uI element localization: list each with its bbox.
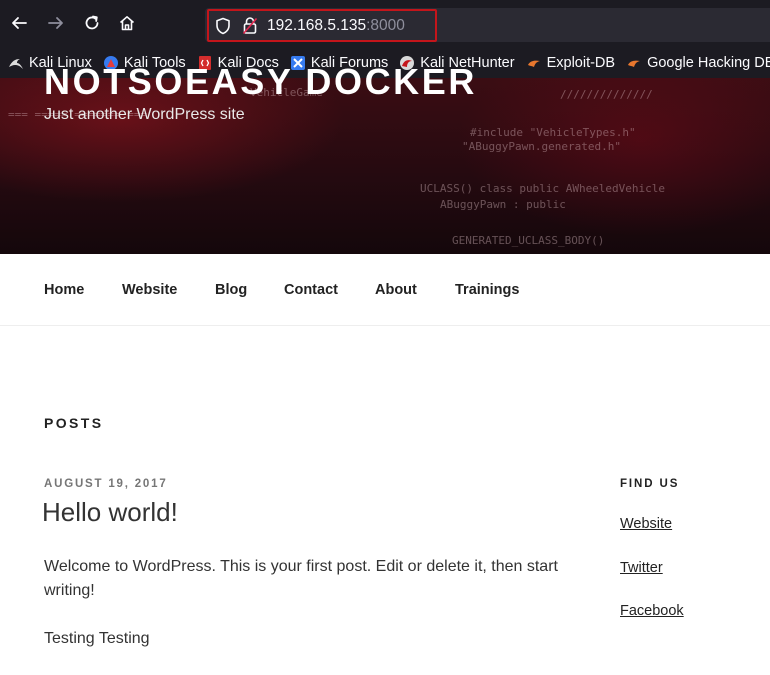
url-host: 192.168.5.135 [267, 17, 367, 34]
background-code-line: ABuggyPawn : public [440, 198, 566, 211]
post-date[interactable]: AUGUST 19, 2017 [44, 478, 168, 490]
reload-button[interactable] [79, 10, 105, 36]
nav-item-blog[interactable]: Blog [215, 282, 247, 298]
site-title[interactable]: NOTSOEASY DOCKER [44, 60, 477, 104]
reload-icon [85, 15, 99, 30]
arrow-right-icon [48, 17, 63, 29]
post-title[interactable]: Hello world! [42, 497, 178, 528]
bookmark-label: Google Hacking DB [647, 55, 770, 71]
nav-item-about[interactable]: About [375, 282, 417, 298]
site-description: Just another WordPress site [44, 106, 245, 123]
bookmark-label: Exploit-DB [546, 55, 616, 71]
home-button[interactable] [114, 10, 140, 36]
nav-item-trainings[interactable]: Trainings [455, 282, 519, 298]
insecure-lock-icon[interactable] [242, 16, 258, 40]
background-code-line: GENERATED_UCLASS_BODY() [452, 234, 605, 247]
sidebar-link-twitter[interactable]: Twitter [620, 560, 663, 576]
post-paragraph: Testing Testing [44, 630, 150, 647]
exploit-db-icon [527, 60, 540, 67]
posts-heading: POSTS [44, 415, 104, 431]
ghdb-icon [628, 60, 641, 67]
tracking-shield-icon[interactable] [215, 17, 231, 40]
post-paragraph: Welcome to WordPress. This is your first… [44, 558, 558, 599]
url-port: :8000 [366, 17, 405, 34]
bookmark-exploit-db[interactable]: Exploit-DB [526, 55, 616, 71]
sidebar-link-website[interactable]: Website [620, 516, 672, 532]
post-content: Welcome to WordPress. This is your first… [44, 555, 564, 675]
forward-button[interactable] [43, 10, 69, 36]
primary-navigation: Home Website Blog Contact About Training… [0, 254, 770, 326]
arrow-left-icon [12, 17, 27, 29]
bookmark-google-hacking-db[interactable]: Google Hacking DB [626, 55, 770, 71]
home-icon [119, 16, 135, 31]
background-code-line: #include "VehicleTypes.h" [470, 126, 636, 139]
background-code-line: ////////////// [560, 88, 653, 101]
back-button[interactable] [6, 10, 32, 36]
nav-item-home[interactable]: Home [44, 282, 84, 298]
url-text[interactable]: 192.168.5.135:8000 [267, 16, 405, 36]
background-code-line: "ABuggyPawn.generated.h" [462, 140, 621, 153]
nav-item-contact[interactable]: Contact [284, 282, 338, 298]
kali-dragon-icon [9, 59, 23, 69]
sidebar-link-facebook[interactable]: Facebook [620, 603, 684, 619]
background-code-line: UCLASS() class public AWheeledVehicle [420, 182, 666, 195]
widget-title-find-us: FIND US [620, 478, 680, 490]
nav-item-website[interactable]: Website [122, 282, 177, 298]
site-header-banner: #include "VehicleTypes.h" "ABuggyPawn.ge… [0, 78, 770, 254]
